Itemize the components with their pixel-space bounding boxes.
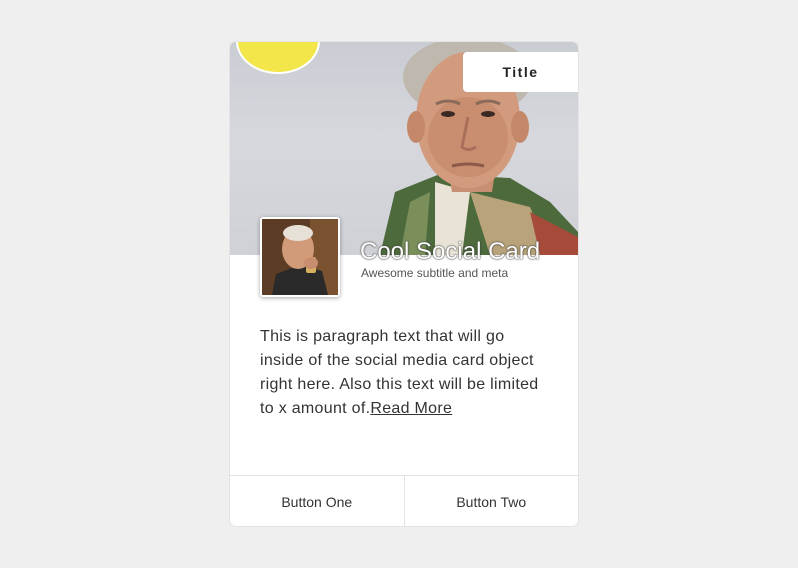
read-more-link[interactable]: Read More — [370, 400, 452, 417]
card-actions: Button One Button Two — [230, 475, 578, 526]
button-two[interactable]: Button Two — [403, 476, 579, 526]
avatar — [260, 217, 340, 297]
card-paragraph: This is paragraph text that will go insi… — [260, 325, 550, 421]
title-tab[interactable]: Title — [463, 52, 578, 92]
avatar-portrait — [262, 219, 338, 295]
button-one[interactable]: Button One — [230, 476, 404, 526]
card-subtitle: Awesome subtitle and meta — [361, 266, 509, 280]
social-card: Title Cool Social Card Awesome subtitle … — [230, 42, 578, 526]
card-title: Cool Social Card — [360, 238, 541, 265]
